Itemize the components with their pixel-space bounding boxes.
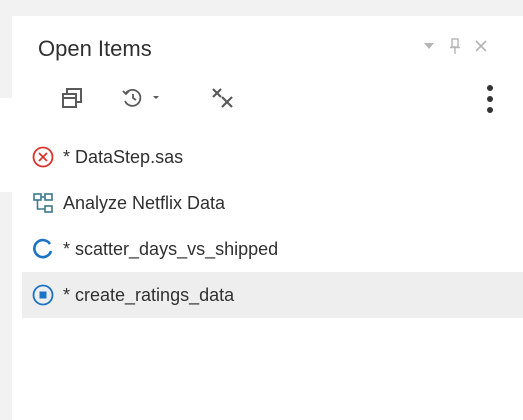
close-icon[interactable] [470,34,492,58]
item-label: * scatter_days_vs_shipped [63,238,279,259]
close-all-icon[interactable] [208,84,240,112]
pin-icon[interactable] [444,34,466,58]
item-label: * DataStep.sas [63,146,184,167]
open-item-create-ratings[interactable]: * create_ratings_data [22,272,523,318]
history-icon[interactable] [120,84,164,112]
left-chrome-bottom [0,192,12,420]
open-items-window: Open Items * DataStep.sas Analyze Netfli… [0,0,523,420]
open-items-panel: Open Items * DataStep.sas Analyze Netfli… [12,16,523,420]
restore-window-icon[interactable] [58,84,86,112]
item-label: * create_ratings_data [63,284,235,305]
running-icon [31,237,55,261]
left-chrome-top [0,0,12,98]
open-item-datastep[interactable]: * DataStep.sas [22,134,523,180]
top-chrome [12,0,523,16]
menu-dropdown-icon[interactable] [418,34,440,58]
stop-icon [31,283,55,307]
flow-icon [31,191,55,215]
left-chrome-mid [0,98,12,192]
error-icon [31,145,55,169]
open-item-analyze-netflix[interactable]: Analyze Netflix Data [22,180,523,226]
more-options-icon[interactable] [480,82,500,116]
item-label: Analyze Netflix Data [63,192,226,213]
open-item-scatter[interactable]: * scatter_days_vs_shipped [22,226,523,272]
panel-title: Open Items [38,36,152,61]
